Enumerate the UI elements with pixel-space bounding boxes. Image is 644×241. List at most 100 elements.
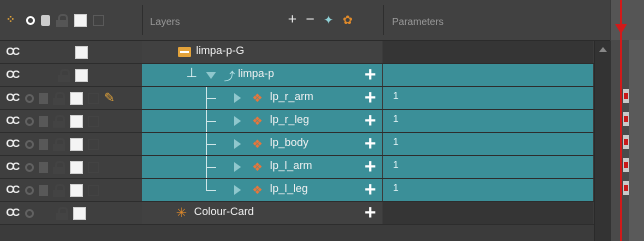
layer-name: lp_r_arm	[270, 91, 314, 103]
add-layer-icon[interactable]: +	[288, 12, 297, 28]
database-icon[interactable]	[39, 92, 48, 104]
add-child-icon[interactable]: +	[364, 156, 376, 178]
solo-icon[interactable]	[25, 93, 34, 103]
thumbnail-icon[interactable]	[93, 14, 104, 26]
add-child-icon[interactable]: +	[364, 64, 376, 86]
keyframe-marker[interactable]	[624, 139, 628, 145]
expand-icon[interactable]	[234, 139, 241, 149]
keyframe-marker[interactable]	[624, 162, 628, 168]
tree-line	[206, 179, 207, 190]
layer-row[interactable]: CC ❖ lp_body + 1	[0, 133, 610, 156]
keyframe-marker[interactable]	[624, 185, 628, 191]
database-icon[interactable]	[39, 138, 48, 150]
layer-row[interactable]: CC ✎ ❖ lp_r_arm + 1	[0, 87, 610, 110]
lock-icon[interactable]	[53, 184, 65, 197]
layer-row[interactable]: CC ✳ Colour-Card +	[0, 202, 610, 225]
show-toggle-icon[interactable]	[70, 137, 83, 151]
show-all-icon[interactable]	[26, 15, 35, 25]
expand-icon[interactable]	[234, 93, 241, 103]
layer-toggles: CC	[0, 133, 143, 155]
layer-name-cell[interactable]: limpa-p-G	[142, 41, 382, 63]
thumbnail-icon[interactable]	[88, 92, 99, 104]
expand-icon[interactable]	[234, 185, 241, 195]
parameter-cell: 1	[383, 110, 593, 132]
lock-icon[interactable]	[53, 161, 65, 174]
pencil-icon[interactable]: ✎	[104, 91, 118, 105]
vertical-scrollbar[interactable]	[594, 41, 611, 241]
playhead-icon[interactable]	[615, 24, 627, 34]
animate-toggle-icon[interactable]: CC	[6, 137, 20, 151]
more-icon[interactable]: ✿	[343, 12, 353, 28]
delete-layer-icon[interactable]: −	[306, 12, 315, 28]
layer-name-cell[interactable]: ❖ lp_r_arm +	[142, 87, 382, 109]
show-toggle-icon[interactable]	[70, 91, 83, 105]
expand-icon[interactable]	[234, 116, 241, 126]
layer-name: lp_l_arm	[270, 160, 313, 172]
thumbnail-icon[interactable]	[88, 138, 99, 150]
expand-icon[interactable]	[234, 162, 241, 172]
show-toggle-icon[interactable]	[75, 45, 88, 59]
animate-toggle-icon[interactable]: CC	[6, 114, 20, 128]
show-toggle-icon[interactable]	[73, 206, 86, 220]
collapse-icon[interactable]	[206, 72, 216, 79]
layer-toggles: CC	[0, 202, 143, 224]
lock-all-icon[interactable]	[56, 14, 68, 27]
layer-row[interactable]: CC ❖ lp_l_leg + 1	[0, 179, 610, 202]
layer-row[interactable]: CC ❖ lp_l_arm + 1	[0, 156, 610, 179]
lock-icon[interactable]	[53, 92, 65, 105]
layer-row[interactable]: CC limpa-p-G	[0, 41, 610, 64]
column-separator	[383, 5, 384, 35]
add-child-icon[interactable]: +	[364, 179, 376, 201]
animate-toggle-icon[interactable]: CC	[6, 160, 20, 174]
thumbnail-icon[interactable]	[88, 184, 99, 196]
lock-icon[interactable]	[53, 138, 65, 151]
keyframe-marker[interactable]	[624, 116, 628, 122]
solo-icon[interactable]	[25, 116, 34, 126]
thumbnail-icon[interactable]	[88, 161, 99, 173]
show-toggle-icon[interactable]	[70, 160, 83, 174]
lock-icon[interactable]	[56, 207, 68, 220]
layer-name-cell[interactable]: ❖ lp_body +	[142, 133, 382, 155]
add-child-icon[interactable]: +	[364, 202, 376, 224]
layer-name-cell[interactable]: ⊥ ⤴ limpa-p +	[142, 64, 382, 86]
layer-name: lp_body	[270, 137, 309, 149]
layer-name-cell[interactable]: ❖ lp_l_leg +	[142, 179, 382, 201]
solo-icon[interactable]	[25, 185, 34, 195]
layer-row[interactable]: CC ❖ lp_r_leg + 1	[0, 110, 610, 133]
outline-icon[interactable]	[74, 13, 87, 27]
lock-icon[interactable]	[58, 69, 70, 82]
add-child-icon[interactable]: +	[364, 110, 376, 132]
layer-toggles: CC	[0, 64, 143, 86]
layer-row[interactable]: CC ⊥ ⤴ limpa-p +	[0, 64, 610, 87]
database-icon[interactable]	[39, 184, 48, 196]
database-icon[interactable]	[39, 161, 48, 173]
add-child-icon[interactable]: +	[364, 133, 376, 155]
layer-name-cell[interactable]: ✳ Colour-Card +	[142, 202, 382, 224]
animate-toggle-icon[interactable]: CC	[6, 206, 20, 220]
database-icon[interactable]	[41, 14, 50, 26]
solo-icon[interactable]	[25, 162, 34, 172]
animate-toggle-icon[interactable]: CC	[6, 68, 20, 82]
animate-toggle-icon[interactable]: CC	[6, 183, 20, 197]
scroll-up-icon[interactable]	[599, 47, 607, 52]
thumbnail-icon[interactable]	[88, 115, 99, 127]
solo-icon[interactable]	[25, 208, 34, 218]
add-child-icon[interactable]: +	[364, 87, 376, 109]
animate-toggle-icon[interactable]: CC	[6, 91, 20, 105]
tree-line	[206, 144, 216, 145]
database-icon[interactable]	[39, 115, 48, 127]
timeline-strip[interactable]	[611, 0, 644, 241]
solo-icon[interactable]	[25, 139, 34, 149]
playhead-line[interactable]	[620, 0, 622, 241]
layers-panel: ⁘ Layers + − ✦ ✿ Parameters CC limpa-p-G…	[0, 0, 644, 241]
animate-toggle-icon[interactable]: CC	[6, 45, 20, 59]
layer-name-cell[interactable]: ❖ lp_r_leg +	[142, 110, 382, 132]
show-toggle-icon[interactable]	[70, 183, 83, 197]
layer-name-cell[interactable]: ❖ lp_l_arm +	[142, 156, 382, 178]
animate-mode-icon[interactable]: ⁘	[6, 13, 20, 27]
add-peg-icon[interactable]: ✦	[324, 12, 334, 28]
show-toggle-icon[interactable]	[75, 68, 88, 82]
show-toggle-icon[interactable]	[70, 114, 83, 128]
keyframe-marker[interactable]	[624, 93, 628, 99]
lock-icon[interactable]	[53, 115, 65, 128]
